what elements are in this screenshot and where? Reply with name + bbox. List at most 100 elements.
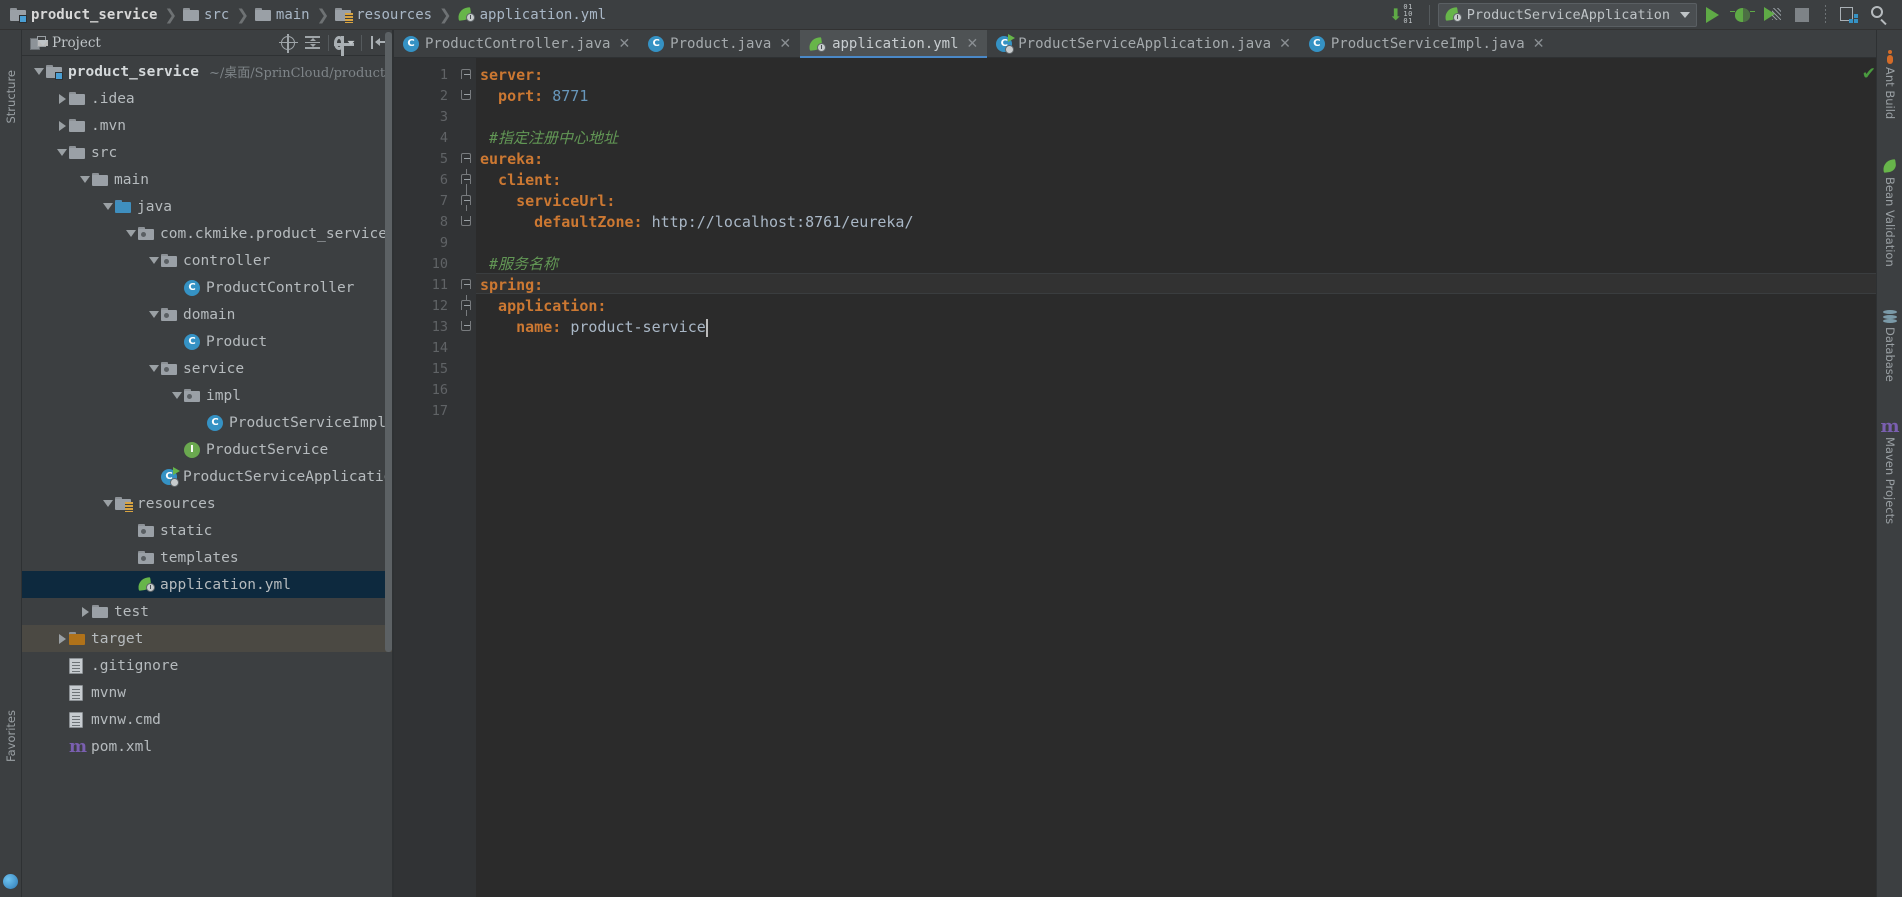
close-icon[interactable]: ✕ — [1533, 37, 1545, 51]
collapse-all-icon[interactable] — [301, 32, 323, 54]
tree-item-target[interactable]: target — [22, 625, 393, 652]
fold-end-icon[interactable] — [461, 90, 471, 100]
tree-item-main[interactable]: main — [22, 166, 393, 193]
chevron-down-icon[interactable] — [34, 68, 44, 75]
chevron-down-icon[interactable] — [126, 230, 136, 237]
code-editor[interactable]: 1 server: 2 port: 8771 3 4 #指定注册中心地址 5 eureka:… — [394, 58, 1902, 897]
tool-window-ant-build[interactable]: Ant Build — [1877, 50, 1902, 119]
tree-expander[interactable] — [101, 500, 115, 507]
tree-expander[interactable] — [78, 606, 92, 617]
fold-icon[interactable] — [461, 300, 471, 310]
tree-expander[interactable] — [147, 311, 161, 318]
tree-expander[interactable] — [55, 120, 69, 131]
breadcrumb-item-product_service[interactable]: product_service — [6, 0, 162, 30]
tree-item--mvn[interactable]: .mvn — [22, 112, 393, 139]
tree-item-productserviceimpl[interactable]: C ProductServiceImpl — [22, 409, 393, 436]
editor-tab-productserviceimpl-java[interactable]: C ProductServiceImpl.java ✕ — [1300, 30, 1554, 58]
breadcrumb-item-application-yml[interactable]: application.yml — [454, 0, 611, 30]
chevron-right-icon[interactable] — [58, 93, 66, 104]
tree-item-controller[interactable]: controller — [22, 247, 393, 274]
fold-icon[interactable] — [461, 174, 471, 184]
tool-window-database[interactable]: Database — [1877, 310, 1902, 382]
chevron-down-icon[interactable] — [172, 392, 182, 399]
tree-item-impl[interactable]: impl — [22, 382, 393, 409]
chevron-down-icon[interactable] — [149, 311, 159, 318]
tree-expander[interactable] — [55, 93, 69, 104]
breadcrumb-item-resources[interactable]: resources — [331, 0, 437, 30]
tree-item-mvnw[interactable]: mvnw — [22, 679, 393, 706]
tree-item-templates[interactable]: templates — [22, 544, 393, 571]
chevron-right-icon[interactable] — [58, 120, 66, 131]
tree-item-mvnw-cmd[interactable]: mvnw.cmd — [22, 706, 393, 733]
run-button[interactable] — [1699, 2, 1725, 28]
fold-end-icon[interactable] — [461, 321, 471, 331]
breadcrumb-item-main[interactable]: main — [251, 0, 315, 30]
close-icon[interactable]: ✕ — [1279, 37, 1291, 51]
tree-item-resources[interactable]: resources — [22, 490, 393, 517]
chevron-right-icon[interactable] — [81, 606, 89, 617]
tree-item-application-yml[interactable]: application.yml — [22, 571, 393, 598]
tree-item-domain[interactable]: domain — [22, 301, 393, 328]
settings-icon[interactable] — [334, 32, 356, 56]
editor-tab-application-yml[interactable]: application.yml ✕ — [800, 30, 988, 58]
tree-item-product-service[interactable]: product_service ~/桌面/SprinCloud/product_s — [22, 58, 393, 85]
stop-button[interactable] — [1789, 2, 1815, 28]
chevron-down-icon[interactable] — [149, 365, 159, 372]
tree-expander[interactable] — [32, 68, 46, 75]
tool-window-maven-projects[interactable]: m Maven Projects — [1877, 418, 1902, 525]
project-tree-scrollbar[interactable] — [385, 32, 392, 652]
tree-expander[interactable] — [124, 230, 138, 237]
search-everywhere-button[interactable] — [1866, 2, 1892, 28]
tree-item-pom-xml[interactable]: m pom.xml — [22, 733, 393, 760]
chevron-down-icon[interactable] — [57, 149, 67, 156]
tree-expander[interactable] — [147, 365, 161, 372]
tool-window-structure[interactable]: Structure — [4, 70, 18, 124]
tree-item-productservice[interactable]: I ProductService — [22, 436, 393, 463]
update-project-icon[interactable]: ⬇ 01 10 01 — [1389, 4, 1413, 25]
tree-expander[interactable] — [170, 392, 184, 399]
chevron-down-icon[interactable] — [80, 176, 90, 183]
locate-icon[interactable] — [277, 32, 299, 54]
tree-expander[interactable] — [101, 203, 115, 210]
close-icon[interactable]: ✕ — [618, 37, 630, 51]
tree-expander[interactable] — [147, 257, 161, 264]
tree-item-java[interactable]: java — [22, 193, 393, 220]
fold-start-icon[interactable] — [461, 153, 471, 163]
tree-item-productcontroller[interactable]: C ProductController — [22, 274, 393, 301]
tree-item-test[interactable]: test — [22, 598, 393, 625]
restore-layout-button[interactable] — [1836, 2, 1862, 28]
run-configuration-selector[interactable]: ProductServiceApplication — [1437, 2, 1697, 27]
tree-expander[interactable] — [55, 149, 69, 156]
web-icon[interactable] — [3, 874, 18, 889]
close-icon[interactable]: ✕ — [967, 37, 979, 51]
editor-tab-productserviceapplication-java[interactable]: C ProductServiceApplication.java ✕ — [987, 30, 1300, 58]
chevron-down-icon[interactable] — [103, 203, 113, 210]
chevron-down-icon[interactable] — [38, 39, 48, 46]
fold-end-icon[interactable] — [461, 216, 471, 226]
fold-icon[interactable] — [461, 195, 471, 205]
tree-item--idea[interactable]: .idea — [22, 85, 393, 112]
debug-button[interactable] — [1729, 2, 1755, 28]
run-with-coverage-button[interactable] — [1759, 2, 1785, 28]
tree-expander[interactable] — [78, 176, 92, 183]
close-icon[interactable]: ✕ — [779, 37, 791, 51]
chevron-down-icon[interactable] — [103, 500, 113, 507]
tool-window-bean-validation[interactable]: Bean Validation — [1877, 159, 1902, 267]
tree-item-product[interactable]: C Product — [22, 328, 393, 355]
fold-start-icon[interactable] — [461, 279, 471, 289]
tree-item-productserviceapplication[interactable]: C ProductServiceApplication — [22, 463, 393, 490]
tree-item-src[interactable]: src — [22, 139, 393, 166]
chevron-down-icon[interactable] — [149, 257, 159, 264]
tree-item-service[interactable]: service — [22, 355, 393, 382]
breadcrumb-item-src[interactable]: src — [179, 0, 234, 30]
tree-item--gitignore[interactable]: .gitignore — [22, 652, 393, 679]
inspection-status-icon[interactable]: ✔ — [1862, 64, 1876, 84]
tool-window-favorites[interactable]: Favorites — [4, 710, 18, 762]
chevron-right-icon[interactable] — [58, 633, 66, 644]
tree-expander[interactable] — [55, 633, 69, 644]
editor-tab-productcontroller-java[interactable]: C ProductController.java ✕ — [394, 30, 639, 58]
tree-item-com-ckmike-product-service[interactable]: com.ckmike.product_service — [22, 220, 393, 247]
tree-item-static[interactable]: static — [22, 517, 393, 544]
editor-tab-product-java[interactable]: C Product.java ✕ — [639, 30, 800, 58]
fold-start-icon[interactable] — [461, 69, 471, 79]
